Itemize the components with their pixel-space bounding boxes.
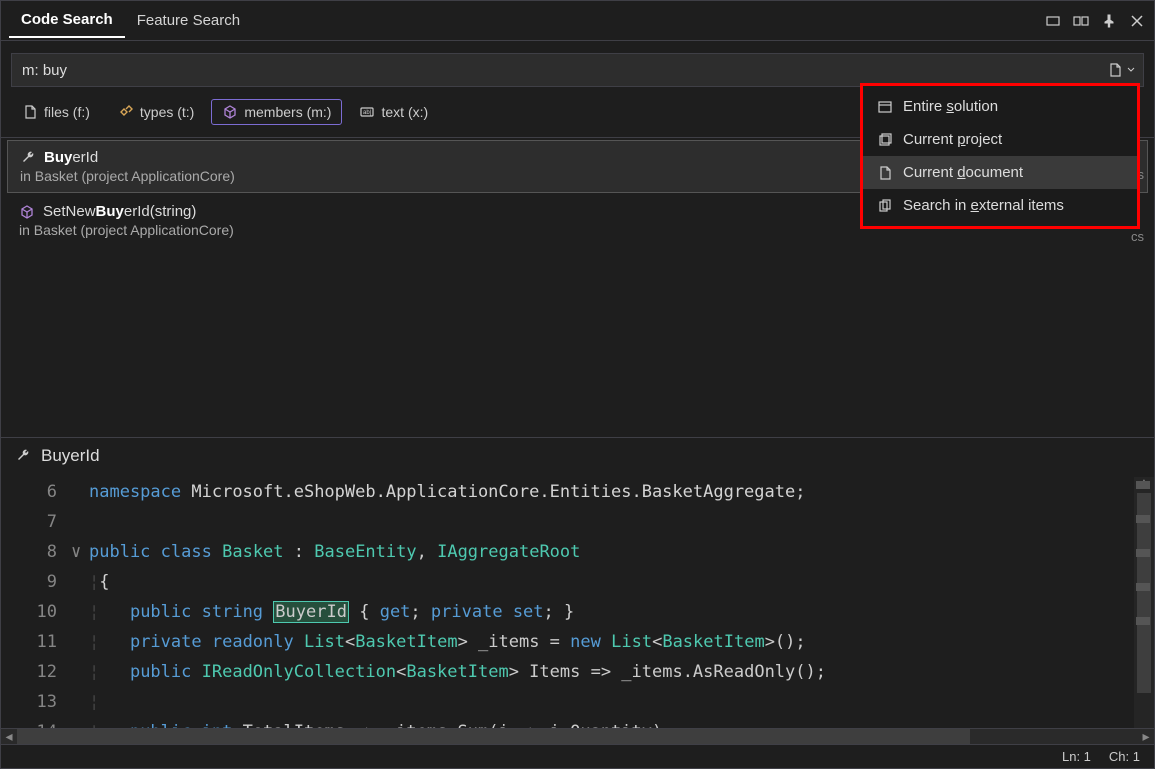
code-preview[interactable]: 6namespace Microsoft.eShopWeb.Applicatio… <box>1 477 1134 740</box>
line-number: 8 <box>1 537 71 567</box>
filter-label: types (t:) <box>140 104 194 120</box>
status-line: Ln: 1 <box>1062 749 1091 764</box>
dock-icon[interactable] <box>1072 12 1090 30</box>
filter-types[interactable]: types (t:) <box>107 99 205 125</box>
filter-label: members (m:) <box>244 104 331 120</box>
scroll-left-icon[interactable]: ◂ <box>1 728 17 745</box>
line-number: 11 <box>1 627 71 657</box>
line-number: 12 <box>1 657 71 687</box>
preview-title: BuyerId <box>41 446 100 466</box>
window-position-icon[interactable] <box>1044 12 1062 30</box>
filter-files[interactable]: files (f:) <box>11 99 101 125</box>
result-title: SetNewBuyerId(string) <box>43 203 196 220</box>
search-input[interactable] <box>12 62 1099 79</box>
scope-external-items[interactable]: Search in external items <box>863 189 1137 222</box>
close-icon[interactable] <box>1128 12 1146 30</box>
scope-current-document[interactable]: Current document <box>863 156 1137 189</box>
line-number: 9 <box>1 567 71 597</box>
scope-label: Current document <box>903 164 1023 181</box>
scope-label: Entire solution <box>903 98 998 115</box>
status-col: Ch: 1 <box>1109 749 1140 764</box>
scroll-right-icon[interactable]: ▸ <box>1138 728 1154 745</box>
svg-text:ab|: ab| <box>363 110 372 116</box>
line-number: 10 <box>1 597 71 627</box>
scope-entire-solution[interactable]: Entire solution <box>863 90 1137 123</box>
preview-header: BuyerId <box>1 437 1154 474</box>
file-ext: cs <box>1131 229 1144 244</box>
pin-icon[interactable] <box>1100 12 1118 30</box>
filter-text[interactable]: ab| text (x:) <box>348 99 439 125</box>
scroll-thumb[interactable] <box>17 729 970 744</box>
cube-icon <box>19 204 35 220</box>
line-number: 6 <box>1 477 71 507</box>
scope-dropdown-button[interactable] <box>1099 54 1143 86</box>
line-number: 13 <box>1 687 71 717</box>
window-controls <box>1044 12 1146 30</box>
tab-code-search[interactable]: Code Search <box>9 3 125 38</box>
result-title: BuyerId <box>44 149 98 166</box>
minimap <box>1136 481 1152 651</box>
search-bar <box>11 53 1144 87</box>
wrench-icon <box>15 448 31 464</box>
scope-menu: Entire solution Current project Current … <box>860 83 1140 229</box>
filter-label: files (f:) <box>44 104 90 120</box>
scope-label: Search in external items <box>903 197 1064 214</box>
status-bar: Ln: 1 Ch: 1 <box>1 744 1154 768</box>
scope-label: Current project <box>903 131 1002 148</box>
filter-label: text (x:) <box>381 104 428 120</box>
line-number: 7 <box>1 507 71 537</box>
filter-members[interactable]: members (m:) <box>211 99 342 125</box>
tab-bar: Code Search Feature Search <box>1 1 1154 41</box>
tab-feature-search[interactable]: Feature Search <box>125 4 252 37</box>
wrench-icon <box>20 150 36 166</box>
horizontal-scrollbar[interactable]: ◂ ▸ <box>1 728 1154 744</box>
scope-current-project[interactable]: Current project <box>863 123 1137 156</box>
